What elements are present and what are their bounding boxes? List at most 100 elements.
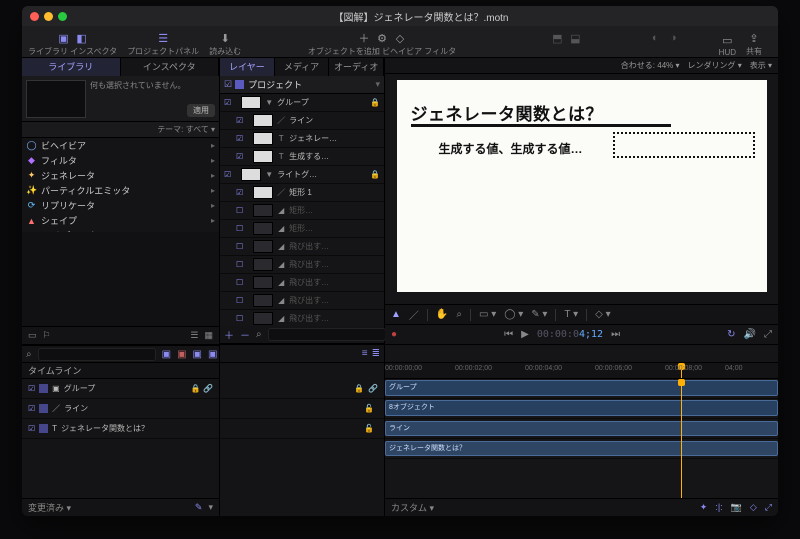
checkbox-icon[interactable]: ☐ [236, 260, 243, 269]
view-dropdown[interactable]: 表示 ▾ [750, 60, 772, 71]
tab-library[interactable]: ライブラリ [22, 58, 121, 76]
category-シェイプ[interactable]: ▲シェイプ▸ [22, 213, 219, 228]
layer-row[interactable]: ☐◢矩形… [220, 220, 384, 238]
tab-media[interactable]: メディア [275, 58, 330, 76]
clip2-icon[interactable]: ≣ [372, 348, 380, 359]
layer-row[interactable]: ☑▼グループ🔒 [220, 94, 384, 112]
checkbox-icon[interactable]: ☑ [28, 404, 35, 413]
toolbar-share[interactable]: ⇪ 共有 [746, 31, 762, 57]
layer-row[interactable]: ☑Tジェネレー… [220, 130, 384, 148]
folder-icon[interactable]: ▭ [28, 330, 37, 341]
project-row[interactable]: ☑ プロジェクト ▾ [220, 76, 384, 94]
timeline-row[interactable]: ☑Tジェネレータ関数とは？ [22, 419, 219, 439]
clip-icon[interactable]: ≡ [362, 348, 368, 359]
checkbox-icon[interactable]: ☑ [236, 152, 243, 161]
toolbar-project-panel[interactable]: ☰ プロジェクトパネル [127, 31, 199, 57]
layer-row[interactable]: ☐◢飛び出す… [220, 238, 384, 256]
link-icon[interactable]: 🔗 [368, 384, 378, 393]
audio-icon[interactable]: 🔊 [744, 329, 756, 340]
toolbar-library-inspector[interactable]: ▣ ◧ ライブラリ インスペクタ [28, 31, 117, 57]
zoom-window-button[interactable] [58, 12, 67, 21]
checkbox-icon[interactable]: ☑ [28, 424, 35, 433]
checkbox-icon[interactable]: ☑ [236, 116, 243, 125]
checkbox-icon[interactable]: ☑ [28, 384, 35, 393]
lock-icon[interactable]: 🔒 🔗 [191, 384, 213, 393]
canvas[interactable]: ジェネレータ関数とは？ 生成する値、生成する値… [397, 80, 767, 292]
canvas-zoom-dropdown[interactable]: 合わせる: 44% ▾ [621, 60, 680, 71]
zoom-tool-icon[interactable]: ⌕ [456, 309, 462, 320]
checkbox-icon[interactable]: ☐ [236, 314, 243, 323]
filter-icon[interactable]: ▾ [208, 502, 213, 513]
checkbox-icon[interactable]: ☑ [224, 170, 231, 179]
category-パーティクルエミッタ[interactable]: ✨パーティクルエミッタ▸ [22, 183, 219, 198]
toolbar-import[interactable]: ⬇ 読み込む [209, 31, 241, 57]
toolbar-editors-right[interactable]: ◐ ◑ オーディオ/キーフレーム [620, 31, 709, 57]
go-start-icon[interactable]: ⏮ [504, 329, 513, 340]
category-フィルタ[interactable]: ◆フィルタ▸ [22, 153, 219, 168]
checkbox-icon[interactable]: ☑ [236, 188, 243, 197]
fit-icon[interactable]: ⤢ [765, 502, 772, 513]
mask-tool-icon[interactable]: ◯ ▾ [504, 309, 523, 320]
changes-dropdown[interactable]: 変更済み ▾ [28, 501, 71, 514]
checkbox-icon[interactable]: ☐ [236, 224, 243, 233]
zoom-slider-icon[interactable]: :|: [715, 502, 722, 513]
layer-row[interactable]: ☐◢飛び出す… [220, 274, 384, 292]
rect-tool-icon[interactable]: ▭ ▾ [479, 309, 496, 320]
toolbar-editors-left[interactable]: ⬒ ⬓ タイムライン・エディタ [523, 31, 610, 57]
shape-tool-icon[interactable]: ◇ ▾ [595, 309, 611, 320]
layer-row[interactable]: ☑T生成する… [220, 148, 384, 166]
render-dropdown[interactable]: レンダリング ▾ [688, 60, 742, 71]
canvas-selection-box[interactable] [613, 132, 755, 158]
layer-row[interactable]: ☑／矩形 1 [220, 184, 384, 202]
lock-icon[interactable]: 🔒 [354, 384, 364, 393]
category-リプリケータ[interactable]: ⟳リプリケータ▸ [22, 198, 219, 213]
snapshot-icon[interactable]: 📷 [731, 502, 742, 513]
tab-audio[interactable]: オーディオ [329, 58, 384, 76]
marker-icon[interactable]: ✦ [700, 502, 708, 513]
checkbox-icon[interactable]: ☑ [236, 134, 243, 143]
timecode-display[interactable]: 00:00:04;12 [537, 329, 603, 340]
layer-row[interactable]: ☑／ライン [220, 112, 384, 130]
layer-row[interactable]: ☑▼ライトグ…🔒 [220, 166, 384, 184]
layer-row[interactable]: ☐◢飛び出す… [220, 256, 384, 274]
toolbar-add-object[interactable]: ＋ ⚙ ◇ オブジェクトを追加 ビヘイビア フィルタ [308, 31, 456, 57]
checkbox-icon[interactable]: ☐ [236, 278, 243, 287]
checkbox-icon[interactable]: ☐ [236, 242, 243, 251]
checkbox-icon[interactable]: ☑ [224, 79, 232, 90]
pen-icon[interactable]: ✎ [195, 502, 203, 513]
remove-icon[interactable]: － [240, 327, 250, 342]
timeline-row[interactable]: ☑▣グループ🔒 🔗 [22, 379, 219, 399]
close-window-button[interactable] [30, 12, 39, 21]
playhead-line[interactable] [681, 379, 682, 498]
timeline-tracks[interactable]: グループ 8オブジェクト ライン ジェネレータ関数とは？ [385, 379, 778, 498]
checkbox-icon[interactable]: ☐ [236, 296, 243, 305]
timeline-row[interactable]: ☑／ライン [22, 399, 219, 419]
go-end-icon[interactable]: ⏭ [611, 329, 620, 340]
tl-filter-c-icon[interactable]: ▣ [193, 349, 202, 360]
loop-icon[interactable]: ↻ [727, 329, 735, 340]
tl-filter-d-icon[interactable]: ▣ [208, 349, 217, 360]
pointer-tool-icon[interactable]: ▲ [391, 309, 401, 320]
tab-inspector[interactable]: インスペクタ [121, 58, 220, 76]
record-button[interactable]: ● [391, 329, 397, 340]
list-view-icon[interactable]: ☰ [190, 330, 198, 341]
timeline-ruler[interactable]: 00:00:00;0000:00:02;0000:00:04;0000:00:0… [385, 363, 778, 379]
toolbar-hud[interactable]: ▭ HUD [719, 33, 736, 57]
link-icon[interactable]: ▾ [375, 79, 380, 90]
pen-tool-icon[interactable]: ✎ ▾ [531, 309, 547, 320]
tab-layers[interactable]: レイヤー [220, 58, 275, 76]
lock-icon[interactable]: 🔓 [364, 404, 374, 413]
apply-button[interactable]: 適用 [187, 104, 215, 117]
add-icon[interactable]: ＋ [224, 327, 234, 342]
bookmark-icon[interactable]: ⚐ [43, 330, 51, 341]
play-button[interactable]: ▶ [521, 329, 529, 340]
canvas-area[interactable]: ジェネレータ関数とは？ 生成する値、生成する値… [385, 74, 778, 304]
lock-icon[interactable]: 🔒 [370, 170, 384, 179]
timeline-view-dropdown[interactable]: カスタム ▾ [391, 501, 434, 514]
grid-view-icon[interactable]: ▦ [204, 330, 213, 341]
line-tool-icon[interactable]: ／ [409, 307, 419, 322]
layer-search-input[interactable] [268, 328, 386, 341]
category-ビヘイビア[interactable]: ◯ビヘイビア▸ [22, 138, 219, 153]
layer-row[interactable]: ☐◢飛び出す… [220, 292, 384, 310]
category-ジェネレータ[interactable]: ✦ジェネレータ▸ [22, 168, 219, 183]
